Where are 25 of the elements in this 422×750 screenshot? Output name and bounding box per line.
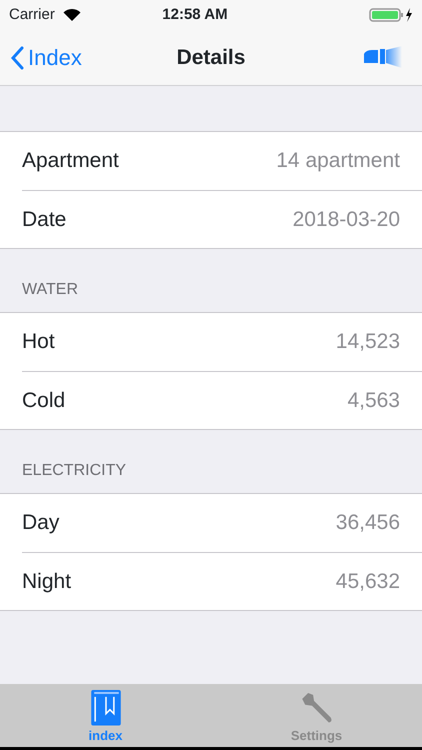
row-value: 36,456	[336, 510, 400, 536]
section-header: WATER	[21, 280, 79, 300]
tab-button[interactable]: Settings	[211, 684, 422, 747]
row-value: 45,632	[336, 568, 400, 595]
screen-title: Details	[176, 44, 246, 71]
wifi-icon	[62, 8, 81, 22]
row-value: 14,523	[336, 329, 400, 356]
row-value: 14 apartment	[276, 148, 400, 174]
back-button[interactable]: Index	[10, 41, 82, 74]
flashlight-icon[interactable]	[362, 46, 404, 68]
tab-button[interactable]: index	[0, 684, 211, 747]
section-header: ELECTRICITY	[21, 461, 128, 481]
carrier-name: Carrier	[9, 4, 55, 25]
book-icon	[90, 690, 120, 726]
status-time: 12:58 AM	[161, 4, 229, 25]
row-label: Apartment	[22, 148, 119, 174]
battery-icon	[369, 7, 413, 23]
chevron-left-icon	[10, 46, 24, 70]
row-value: 4,563	[347, 388, 400, 414]
row-value: 2018-03-20	[292, 206, 400, 233]
row-label: Cold	[22, 388, 66, 414]
row-label: Date	[22, 206, 66, 233]
row-label: Day	[22, 510, 60, 536]
row-label: Hot	[22, 329, 55, 356]
row-label: Night	[22, 568, 72, 595]
